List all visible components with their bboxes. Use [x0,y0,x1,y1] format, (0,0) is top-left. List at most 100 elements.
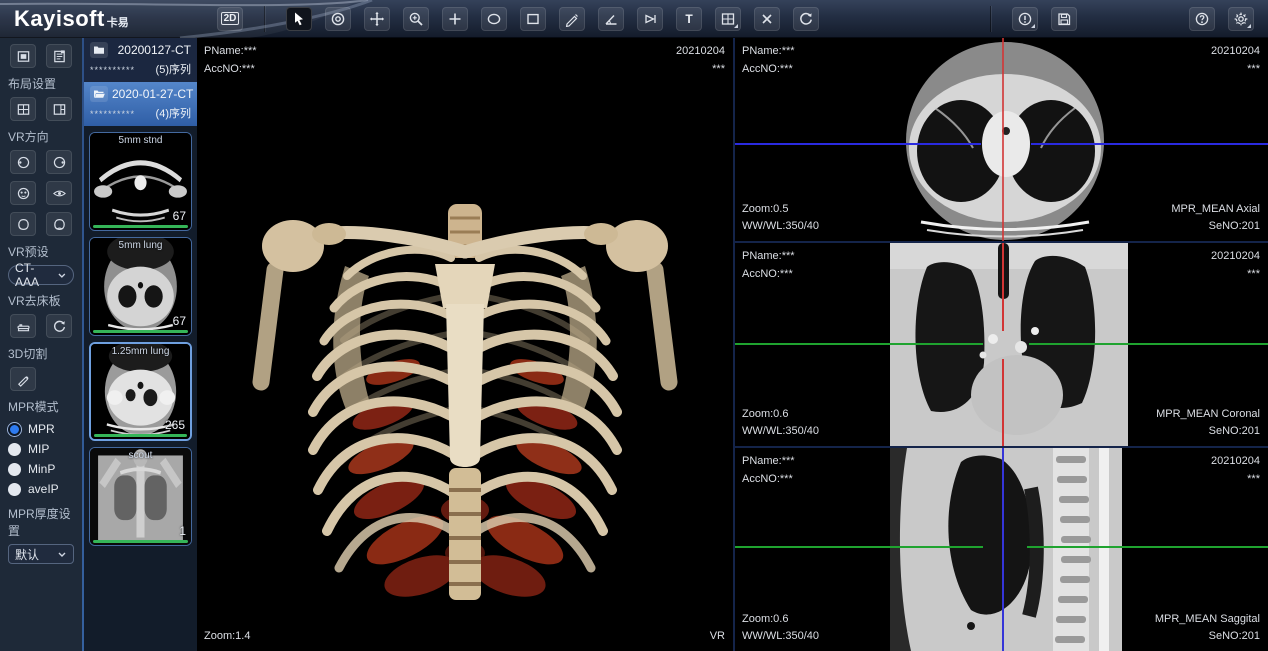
scroll-stack-button[interactable] [325,7,351,31]
mpr-column: PName:*** AccNO:*** 20210204 *** Zoom:0.… [735,38,1268,651]
toolbar-right-group [982,6,1268,32]
mpr-mode-radio-minp[interactable]: MinP [8,460,74,478]
mpr-thickness-select[interactable]: 默认 [8,544,74,564]
layout-single-button[interactable] [10,44,36,68]
scalpel-icon [16,372,31,387]
folder-open-icon [90,86,108,102]
bed-icon [16,319,31,334]
cine-play-icon [642,11,658,27]
thumbnail-loaded-bar [93,225,188,228]
series-thumbnail-scout[interactable]: scout 1 [89,447,192,546]
vr-orient-superior-button[interactable] [10,212,36,236]
pname-text: PName:*** [742,248,795,266]
rect-roi-button[interactable] [520,7,546,31]
vr-patient-overlay: PName:*** AccNO:*** [204,43,257,78]
save-button[interactable] [1051,7,1077,31]
series-thumbnail-5mm-stnd[interactable]: 5mm stnd 67 [89,132,192,231]
layout-grid-icon [720,11,736,27]
mpr-mode-radio-mpr[interactable]: MPR [8,420,74,438]
cursor-tool-button[interactable] [286,7,312,31]
chevron-down-icon [57,550,67,558]
mpr-sagittal-viewport[interactable]: PName:*** AccNO:*** 20210204 *** Zoom:0.… [735,448,1268,651]
zoom-text: Zoom:0.6 [742,406,819,424]
sagittal-study-overlay: 20210204 *** [1211,453,1260,488]
crosshair-tool-button[interactable] [442,7,468,31]
radio-icon [8,423,21,436]
accno-text: AccNO:*** [742,471,795,489]
layout-grid-button[interactable] [715,7,741,31]
cine-play-button[interactable] [637,7,663,31]
angle-tool-button[interactable] [598,7,624,31]
pname-text: PName:*** [204,43,257,61]
radio-label: MPR [28,422,55,436]
measure-tool-button[interactable] [559,7,585,31]
layout-2x2-button[interactable] [10,97,36,121]
zoom-tool-button[interactable] [403,7,429,31]
mpr-mode-radio-mip[interactable]: MIP [8,440,74,458]
vr-bed-removal-label: VR去床板 [8,292,74,309]
vr-orient-left-button[interactable] [10,150,36,174]
vr-preset-label: VR预设 [8,243,74,260]
study-item-1[interactable]: 20200127-CT ********** (5)序列 [84,38,197,82]
study-masked-name: ********** [90,65,135,75]
mpr-coronal-viewport[interactable]: PName:*** AccNO:*** 20210204 *** Zoom:0.… [735,243,1268,446]
viewport-area: PName:*** AccNO:*** 20210204 *** Zoom:1.… [197,38,1268,651]
ellipse-roi-button[interactable] [481,7,507,31]
layout-report-button[interactable] [46,44,72,68]
radio-label: MIP [28,442,49,456]
masked-text: *** [1211,61,1260,79]
thumbnail-loaded-bar [93,330,188,333]
pname-text: PName:*** [742,453,795,471]
mpr-axial-viewport[interactable]: PName:*** AccNO:*** 20210204 *** Zoom:0.… [735,38,1268,241]
zoom-text: Zoom:0.5 [742,201,819,219]
info-button[interactable] [1012,7,1038,31]
vr-orient-inferior-button[interactable] [46,212,72,236]
mpr-mode-text: MPR_MEAN Coronal [1156,406,1260,424]
vr-orient-posterior-button[interactable] [46,181,72,205]
delete-annotation-button[interactable] [754,7,780,31]
vr-mode-overlay: VR [710,628,725,646]
vr-preset-select[interactable]: CT-AAA [8,265,74,285]
series-thumbnail-1-25mm-lung[interactable]: 1.25mm lung 265 [89,342,192,441]
remove-bed-button[interactable] [10,314,36,338]
series-thumbnail-5mm-lung[interactable]: 5mm lung 67 [89,237,192,336]
axial-patient-overlay: PName:*** AccNO:*** [742,43,795,78]
mpr-mode-text: MPR_MEAN Saggital [1155,611,1260,629]
vr-orient-right-button[interactable] [46,150,72,174]
study-date-text: 20210204 [1211,43,1260,61]
coronal-zoom-overlay: Zoom:0.6 WW/WL:350/40 [742,406,819,441]
coronal-study-overlay: 20210204 *** [1211,248,1260,283]
help-icon [1194,11,1210,27]
layout-1plus2-button[interactable] [46,97,72,121]
toolbar-divider [264,6,265,32]
study-title: 20200127-CT [112,43,191,57]
thumbnail-loaded-bar [94,434,187,437]
axial-zoom-overlay: Zoom:0.5 WW/WL:350/40 [742,201,819,236]
scalpel-button[interactable] [10,367,36,391]
thumbnail-label: scout [90,450,191,461]
vr-viewport[interactable]: PName:*** AccNO:*** 20210204 *** Zoom:1.… [197,38,733,651]
reset-view-button[interactable] [793,7,819,31]
study-date-text: 20210204 [676,43,725,61]
help-button[interactable] [1189,7,1215,31]
settings-button[interactable] [1228,7,1254,31]
head-left-icon [16,155,31,170]
angle-measure-icon [603,11,619,27]
brand-name: Kayisoft [14,6,105,32]
2d-view-button[interactable]: 2D [217,7,243,31]
bed-reset-button[interactable] [46,314,72,338]
thumbnail-image-count: 67 [173,209,186,223]
text-annotation-button[interactable]: T [676,7,702,31]
text-annotation-icon: T [685,12,692,26]
mpr-mode-radio-aveip[interactable]: aveIP [8,480,74,498]
zoom-in-icon [408,11,424,27]
masked-text: *** [1211,266,1260,284]
accno-text: AccNO:*** [204,61,257,79]
toolbar-main-group: 2D [217,6,819,32]
vr-zoom-overlay: Zoom:1.4 [204,628,250,646]
study-item-2-selected[interactable]: 2020-01-27-CT ********** (4)序列 [84,82,197,126]
axial-mode-overlay: MPR_MEAN Axial SeNO:201 [1171,201,1260,236]
vr-orient-anterior-button[interactable] [10,181,36,205]
scroll-stack-icon [330,11,346,27]
pan-tool-button[interactable] [364,7,390,31]
